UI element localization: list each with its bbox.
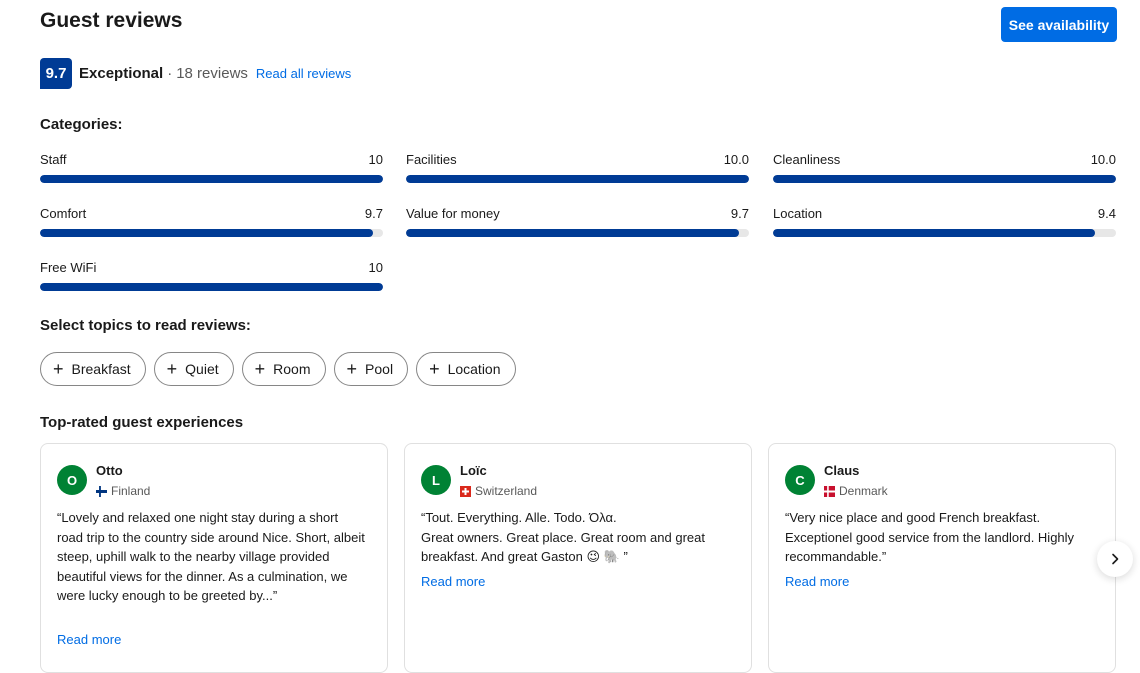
chip-label: Pool [365,361,394,377]
carousel-next-button[interactable] [1097,541,1133,577]
review-card: O Otto Finland “Lovely and relaxed one n… [40,443,388,673]
reviewer-country: Switzerland [460,485,537,497]
category-bar [40,283,383,291]
topic-chip-room[interactable]: + Room [241,352,326,386]
category-value: 10 [368,260,383,275]
reviewer-name: Claus [824,463,860,478]
category-bar [773,229,1116,237]
experiences-heading: Top-rated guest experiences [40,414,244,431]
reviewer-country: Denmark [824,485,888,497]
read-more-link[interactable]: Read more [785,574,849,589]
category-label: Facilities [406,152,457,167]
reviewer-name: Otto [96,463,123,478]
reviewer-country: Finland [96,485,150,497]
category-label: Cleanliness [773,152,841,167]
score-badge: 9.7 [40,58,72,89]
review-card: C Claus Denmark “Very nice place and goo… [768,443,1116,673]
category-bar [40,229,383,237]
avatar: C [785,465,815,495]
category-bar [406,175,749,183]
chip-label: Room [273,361,311,377]
topic-chips: + Breakfast + Quiet + Room + Pool + Location [40,352,516,386]
read-all-reviews-link[interactable]: Read all reviews [256,66,351,81]
category-bar [40,175,383,183]
switzerland-flag-icon [460,485,471,497]
category-free-wifi: Free WiFi 10 [40,260,383,291]
category-label: Location [773,206,823,221]
country-name: Finland [111,484,151,498]
review-count: 18 reviews [176,65,248,82]
finland-flag-icon [96,485,107,497]
topic-chip-breakfast[interactable]: + Breakfast [40,352,146,386]
category-value-for-money: Value for money 9.7 [406,206,749,237]
category-label: Staff [40,152,67,167]
category-bar-fill [773,175,1116,183]
category-value: 10.0 [723,152,749,167]
see-availability-button[interactable]: See availability [1001,7,1117,42]
reviewer: O Otto Finland [57,464,150,497]
topic-chip-location[interactable]: + Location [416,352,516,386]
category-value: 9.7 [364,206,383,221]
category-staff: Staff 10 [40,152,383,183]
category-bar-fill [40,283,383,291]
topic-chip-pool[interactable]: + Pool [333,352,409,386]
category-bar-fill [406,229,739,237]
category-cleanliness: Cleanliness 10.0 [773,152,1116,183]
category-bar-fill [406,175,749,183]
category-value: 10.0 [1090,152,1116,167]
avatar: O [57,465,87,495]
category-bar-fill [40,175,383,183]
country-name: Switzerland [475,484,538,498]
categories-heading: Categories: [40,116,123,133]
category-value: 9.4 [1097,206,1116,221]
plus-icon: + [254,359,266,379]
chevron-right-icon [1112,553,1119,565]
plus-icon: + [346,359,358,379]
avatar: L [421,465,451,495]
chip-label: Quiet [185,361,219,377]
reviewer: C Claus Denmark [785,464,888,497]
topics-heading: Select topics to read reviews: [40,317,251,334]
review-quote: “Tout. Everything. Alle. Todo. Όλα. Grea… [421,510,705,564]
denmark-flag-icon [824,485,835,497]
plus-icon: + [166,359,178,379]
review-quote: “Lovely and relaxed one night stay durin… [57,510,365,603]
country-name: Denmark [839,484,888,498]
review-quote: “Very nice place and good French breakfa… [785,510,1075,564]
category-bar-fill [773,229,1096,237]
chip-label: Location [447,361,501,377]
reviewer-name: Loïc [460,463,487,478]
category-facilities: Facilities 10.0 [406,152,749,183]
score-word: Exceptional [79,65,164,82]
category-comfort: Comfort 9.7 [40,206,383,237]
read-more-link[interactable]: Read more [57,632,121,647]
review-score-summary: 9.7 Exceptional · 18 reviews Read all re… [40,58,351,89]
page-title: Guest reviews [40,9,183,32]
category-bar [406,229,749,237]
category-value: 9.7 [730,206,749,221]
category-location: Location 9.4 [773,206,1116,237]
review-card: L Loïc Switzerland “Tout. Everything. Al… [404,443,752,673]
reviewer: L Loïc Switzerland [421,464,537,497]
category-bar [773,175,1116,183]
plus-icon: + [53,359,64,379]
category-label: Comfort [40,206,87,221]
plus-icon: + [429,359,440,379]
category-label: Free WiFi [40,260,97,275]
chip-label: Breakfast [71,361,131,377]
read-more-link[interactable]: Read more [421,574,485,589]
score-separator: · [167,65,173,82]
category-value: 10 [368,152,383,167]
category-label: Value for money [406,206,500,221]
category-bar-fill [40,229,373,237]
topic-chip-quiet[interactable]: + Quiet [153,352,234,386]
